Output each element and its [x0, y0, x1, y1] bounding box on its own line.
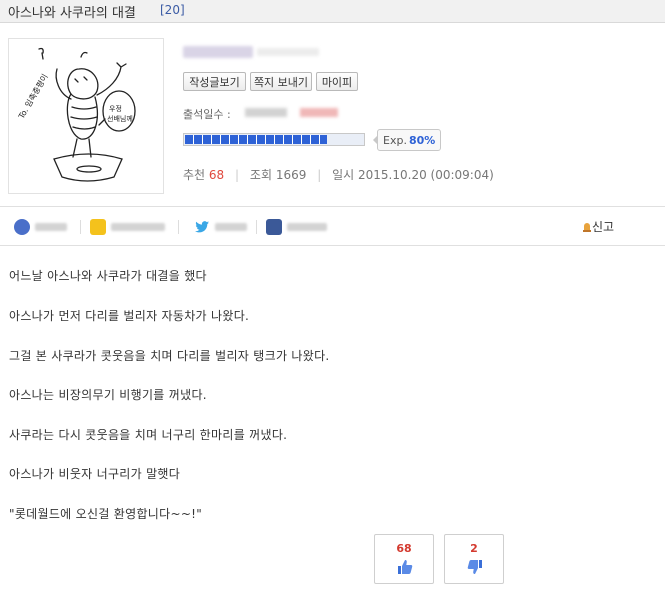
views-count: 1669 — [275, 168, 307, 182]
send-message-button[interactable]: 쪽지 보내기 — [250, 72, 312, 91]
twitter-icon — [194, 219, 210, 235]
mypeople-icon — [14, 219, 30, 235]
downvote-button[interactable]: 2 — [444, 534, 504, 584]
exp-progress-bar — [183, 133, 365, 146]
share-label-blurred — [111, 223, 165, 231]
nickname-sub-blurred — [257, 48, 319, 56]
share-divider — [256, 220, 257, 234]
share-divider — [178, 220, 179, 234]
report-label: 신고 — [592, 220, 615, 234]
body-line: 아스나가 비웃자 너구리가 말햇다 — [9, 467, 181, 481]
exp-badge: Exp. 80% — [372, 129, 442, 151]
exp-percent: 80% — [408, 133, 436, 147]
body-line: 그걸 본 사쿠라가 콧웃음을 치며 다리를 벌리자 탱크가 나왔다. — [9, 349, 330, 363]
report-button[interactable]: 신고 — [582, 218, 614, 235]
divider — [0, 245, 665, 246]
share-label-blurred — [287, 223, 327, 231]
share-bar: 신고 — [0, 207, 665, 245]
post-date: 2015.10.20 (00:09:04) — [358, 168, 494, 182]
comment-count[interactable]: [20] — [160, 3, 185, 17]
body-line: 아스나가 먼저 다리를 벌리자 자동차가 나왔다. — [9, 309, 250, 323]
kakaostory-icon — [90, 219, 106, 235]
meta-divider: | — [317, 168, 322, 182]
recommend-label: 추천 — [183, 168, 206, 182]
views-label: 조회 — [249, 168, 272, 182]
body-line: 어느날 아스나와 사쿠라가 대결을 했다 — [9, 269, 207, 283]
mypi-button[interactable]: 마이피 — [316, 72, 358, 91]
body-line: 아스나는 비장의무기 비행기를 꺼냈다. — [9, 388, 207, 402]
svg-text:선배님께: 선배님께 — [107, 114, 133, 123]
siren-icon — [583, 223, 591, 232]
share-label-blurred — [215, 223, 247, 231]
share-mypeople-button[interactable] — [14, 219, 67, 235]
downvote-count: 2 — [470, 542, 478, 555]
post-meta: 추천 68 | 조회 1669 | 일시 2015.10.20 (00:09:0… — [183, 166, 494, 183]
date-label: 일시 — [332, 168, 355, 182]
share-label-blurred — [35, 223, 67, 231]
thumbs-down-icon — [467, 560, 482, 574]
thumbs-up-icon — [398, 560, 413, 574]
attendance-extra-blurred — [300, 108, 338, 117]
svg-text:우정: 우정 — [109, 104, 122, 113]
meta-divider: | — [235, 168, 240, 182]
upvote-button[interactable]: 68 — [374, 534, 434, 584]
body-line: "롯데월드에 오신걸 환영합니다~~!" — [9, 507, 203, 521]
exp-label: Exp. — [383, 133, 407, 147]
attendance-label: 출석일수 : — [183, 108, 231, 121]
avatar: To. 임축충평이 우정 선배님께 — [8, 38, 164, 194]
avatar-drawing: To. 임축충평이 우정 선배님께 — [16, 47, 136, 182]
svg-text:To. 임축충평이: To. 임축충평이 — [16, 72, 50, 121]
share-facebook-button[interactable] — [266, 219, 327, 235]
upvote-count: 68 — [396, 542, 412, 555]
view-posts-button[interactable]: 작성글보기 — [183, 72, 246, 91]
facebook-icon — [266, 219, 282, 235]
share-divider — [80, 220, 81, 234]
attendance-value-blurred — [245, 108, 287, 117]
recommend-count: 68 — [208, 168, 225, 182]
title-bar: 아스나와 사쿠라의 대결 [20] — [0, 0, 665, 23]
share-twitter-button[interactable] — [194, 219, 247, 235]
post-title: 아스나와 사쿠라의 대결 — [8, 6, 136, 21]
exp-progress-fill — [185, 135, 327, 144]
body-line: 사쿠라는 다시 콧웃음을 치며 너구리 한마리를 꺼냈다. — [9, 428, 288, 442]
nickname-blurred[interactable] — [183, 46, 253, 58]
share-kakaostory-button[interactable] — [90, 219, 165, 235]
